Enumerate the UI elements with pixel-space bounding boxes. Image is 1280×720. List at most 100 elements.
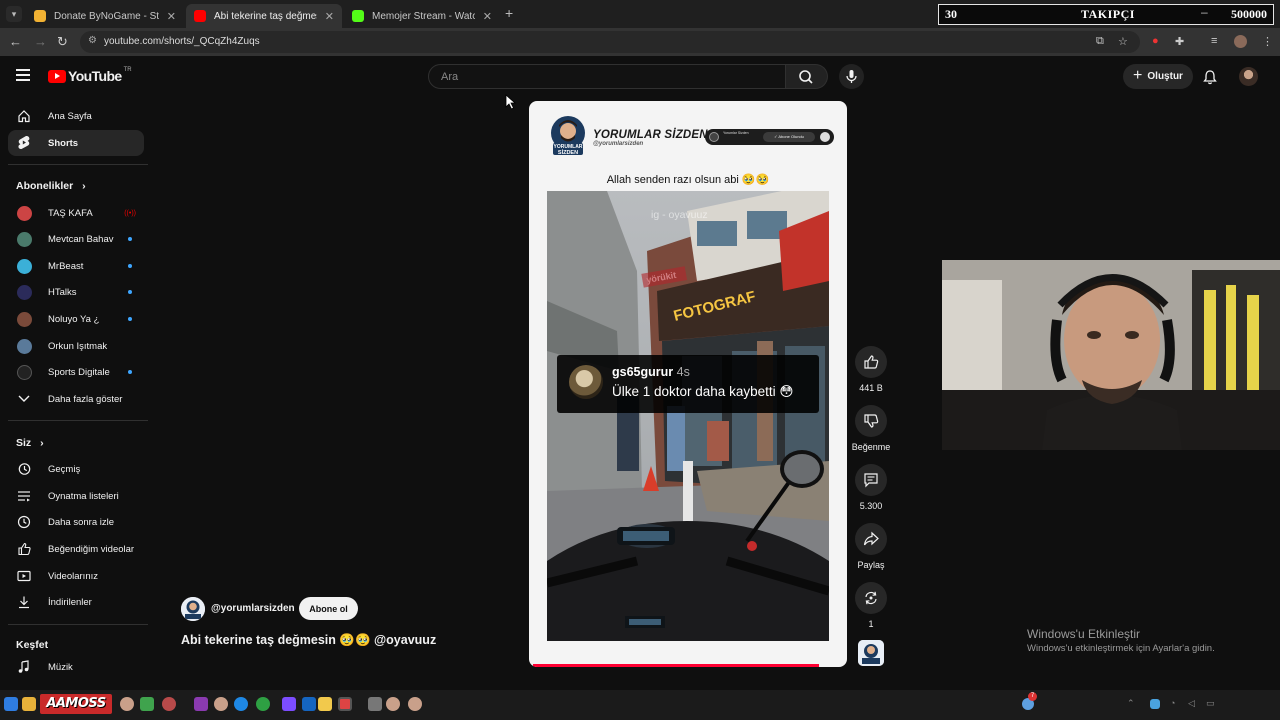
sidebar-item-subscription[interactable]: TAŞ KAFA ((•)) (8, 200, 144, 226)
download-icon (16, 595, 32, 609)
taskbar-app-icon[interactable] (256, 697, 270, 711)
remix-button[interactable]: 1 (851, 582, 891, 629)
you-heading[interactable]: Siz › (16, 437, 44, 449)
instagram-watermark: ig - oyavuuz (651, 209, 708, 221)
reload-icon[interactable]: ↻ (57, 34, 68, 50)
site-info-icon[interactable]: ⚙ (88, 35, 97, 46)
wifi-icon[interactable]: ◔ (1170, 698, 1175, 708)
sidebar-item-downloads[interactable]: İndirilenler (8, 589, 144, 615)
watch-later-icon (16, 515, 32, 529)
owner-handle[interactable]: @yorumlarsizden (211, 603, 295, 614)
taskbar-app-icon[interactable] (194, 697, 208, 711)
sidebar-item-label: MrBeast (48, 260, 84, 272)
follower-goal: 500000 (1231, 7, 1267, 21)
extensions-puzzle-icon[interactable]: ✚ (1175, 35, 1184, 48)
address-bar[interactable]: ⚙ youtube.com/shorts/_QCqZh4Zuqs (80, 31, 1140, 53)
owner-avatar[interactable] (181, 597, 205, 621)
channel-avatar-icon (16, 311, 32, 327)
short-progress-bar[interactable] (533, 664, 819, 667)
minimize-icon[interactable]: – (1201, 5, 1208, 19)
follower-label: TAKIPÇI (1081, 7, 1135, 21)
sidebar-item-your-videos[interactable]: Videolarınız (8, 563, 144, 589)
media-control-icon[interactable]: ≡ (1211, 35, 1217, 47)
sidebar-item-subscription[interactable]: Orkun Işıtmak (8, 333, 144, 359)
youtube-logo[interactable]: YouTube TR (48, 67, 132, 84)
close-icon[interactable]: ✕ (167, 10, 176, 23)
sidebar-item-playlists[interactable]: Oynatma listeleri (8, 483, 144, 509)
search-box[interactable] (428, 64, 786, 89)
bookmark-star-icon[interactable]: ☆ (1118, 35, 1128, 48)
back-icon[interactable]: ← (9, 34, 22, 49)
start-icon[interactable] (4, 697, 18, 711)
taskbar-app-icon[interactable] (22, 697, 36, 711)
install-app-icon[interactable]: ⧉ (1096, 35, 1104, 48)
extension-red-icon[interactable]: ● (1152, 35, 1159, 47)
share-button[interactable]: Paylaş (851, 523, 891, 570)
taskbar-app-icon[interactable] (368, 697, 382, 711)
browser-tab-donate[interactable]: Donate ByNoGame - Streamer ✕ (26, 4, 184, 28)
sidebar-item-watch-later[interactable]: Daha sonra izle (8, 509, 144, 535)
channel-avatar-icon (16, 231, 32, 247)
sidebar-item-label: TAŞ KAFA (48, 207, 93, 219)
browser-menu-icon[interactable]: ⋮ (1262, 35, 1273, 48)
taskbar-app-icon[interactable] (386, 697, 400, 711)
comments-button[interactable]: 5.300 (851, 464, 891, 511)
folder-icon[interactable] (318, 697, 332, 711)
voice-search-button[interactable] (839, 64, 864, 89)
keyboard-layout-icon[interactable]: ▭ (1206, 698, 1215, 709)
sidebar-item-subscription[interactable]: Mevtcan Bahav (8, 226, 144, 252)
follower-goal-overlay: 30 TAKIPÇI – 500000 (938, 4, 1274, 25)
search-button[interactable] (786, 64, 828, 89)
taskbar-app-icon[interactable] (162, 697, 176, 711)
subscriptions-heading[interactable]: Abonelikler › (16, 180, 86, 192)
sidebar-item-subscription[interactable]: MrBeast (8, 253, 144, 279)
country-code: TR (123, 67, 132, 73)
taskbar-app-icon[interactable] (282, 697, 296, 711)
sidebar-item-history[interactable]: Geçmiş (8, 456, 144, 482)
short-video-player[interactable]: YORUMLAR SİZDEN YORUMLAR SİZDEN @yorumla… (529, 101, 847, 667)
sidebar-item-label: Mevtcan Bahav (48, 233, 114, 245)
volume-icon[interactable]: ◁ (1188, 698, 1195, 709)
show-more-button[interactable]: Daha fazla göster (8, 386, 144, 412)
commenter-avatar (569, 365, 603, 399)
subscribe-button[interactable]: Abone ol (299, 597, 358, 620)
tab-search-button[interactable]: ▾ (6, 6, 22, 22)
taskbar-app-icon[interactable] (302, 697, 316, 711)
audio-source-thumbnail[interactable] (858, 640, 884, 666)
sidebar-item-label: Oynatma listeleri (48, 490, 119, 502)
forward-icon[interactable]: → (34, 34, 47, 49)
sidebar-item-home[interactable]: Ana Sayfa (8, 103, 144, 129)
sidebar-item-subscription[interactable]: Noluyo Ya ¿ (8, 306, 144, 332)
taskbar-app-icon[interactable] (408, 697, 422, 711)
account-avatar[interactable] (1239, 67, 1258, 86)
notifications-bell-icon[interactable] (1202, 69, 1218, 85)
music-icon (16, 660, 32, 674)
taskbar-app-icon[interactable] (140, 697, 154, 711)
taskbar-app-icon[interactable] (214, 697, 228, 711)
profile-avatar-icon[interactable] (1234, 35, 1247, 48)
short-video-frame[interactable]: FOTOGRAF yörükit (547, 191, 829, 641)
sidebar-item-shorts[interactable]: Shorts (8, 130, 144, 156)
browser-taskbar-icon[interactable] (234, 697, 248, 711)
search-input[interactable] (441, 71, 761, 83)
like-button[interactable]: 441 B (851, 346, 891, 393)
new-tab-plus-icon[interactable]: + (505, 5, 513, 21)
create-button[interactable]: + Oluştur (1123, 64, 1193, 89)
tray-chevron-up-icon[interactable]: ⌃ (1127, 698, 1135, 709)
sidebar-item-liked-videos[interactable]: Beğendiğim videolar (8, 536, 144, 562)
taskbar-app-icon[interactable] (338, 697, 352, 711)
sidebar-item-label: HTalks (48, 286, 77, 298)
taskbar-app-icon[interactable] (120, 697, 134, 711)
dislike-button[interactable]: Beğenme (851, 405, 891, 452)
sidebar-item-label: Shorts (48, 137, 79, 149)
sidebar-item-subscription[interactable]: HTalks (8, 279, 144, 305)
browser-tab-kick[interactable]: Memojer Stream - Watch Live o ✕ (344, 4, 500, 28)
close-icon[interactable]: ✕ (483, 10, 492, 23)
sidebar-item-subscription[interactable]: Sports Digitale (8, 359, 144, 385)
tab-title: Memojer Stream - Watch Live o (372, 10, 475, 22)
network-icon[interactable] (1150, 699, 1160, 709)
close-icon[interactable]: ✕ (325, 10, 334, 23)
sidebar-item-music[interactable]: Müzik (8, 654, 144, 680)
hamburger-menu-icon[interactable] (16, 69, 30, 81)
browser-tab-youtube[interactable]: Abi tekerine taş değmesin ✕ (186, 4, 342, 28)
